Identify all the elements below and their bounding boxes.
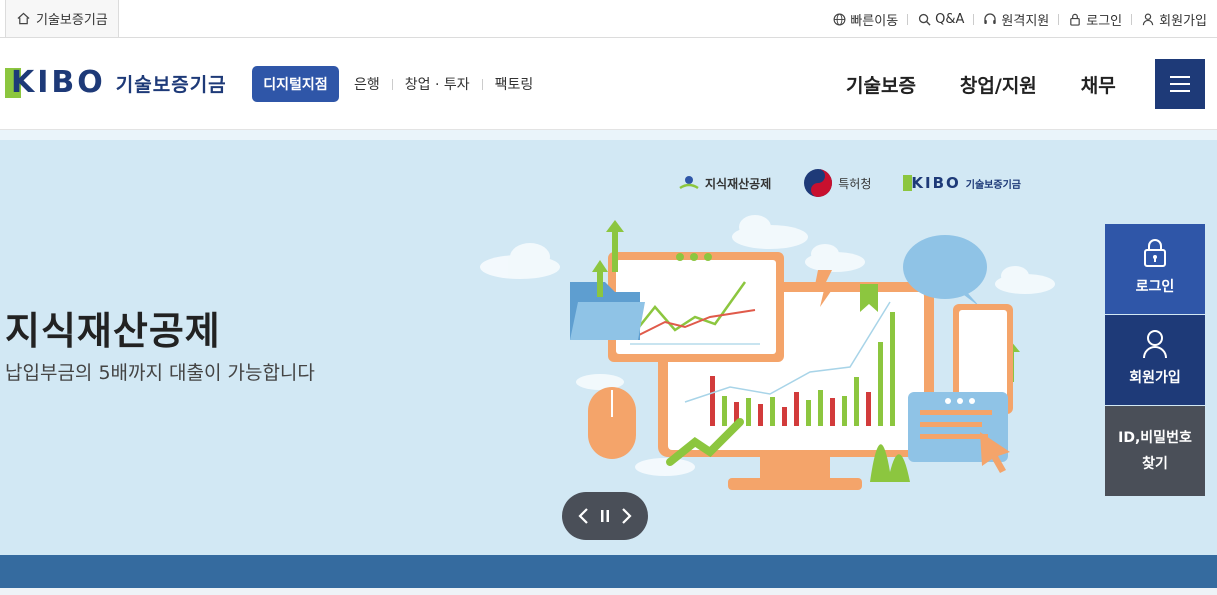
chevron-right-icon [621, 508, 632, 524]
hero-top-strip [0, 130, 1217, 140]
quick-find-account-button[interactable]: ID,비밀번호 찾기 [1105, 406, 1205, 496]
divider [907, 13, 909, 25]
main-header: KIBO 기술보증기금 디지털지점 은행 창업 · 투자 팩토링 기술보증 창업… [0, 38, 1217, 130]
login-label: 로그인 [1086, 13, 1123, 29]
quick-join-button[interactable]: 회원가입 [1105, 315, 1205, 405]
qa-link[interactable]: Q&A [917, 12, 964, 27]
chevron-left-icon [578, 508, 589, 524]
carousel-controls [562, 492, 648, 540]
remote-support-link[interactable]: 원격지원 [983, 10, 1049, 29]
join-label: 회원가입 [1159, 13, 1207, 29]
startup-investment-link[interactable]: 창업 · 투자 [405, 74, 470, 94]
digital-branch-button[interactable]: 디지털지점 [252, 66, 339, 102]
logo-name: 기술보증기금 [115, 73, 227, 96]
bank-link[interactable]: 은행 [354, 74, 380, 94]
hero-illustration [480, 215, 1055, 490]
quick-find-line2: 찾기 [1142, 456, 1168, 472]
hamburger-menu-button[interactable] [1155, 59, 1205, 109]
quick-login-label: 로그인 [1135, 279, 1175, 295]
hero-title: 지식재산공제 [5, 309, 221, 353]
carousel-next-button[interactable] [621, 507, 633, 525]
taegeuk-logo-icon [804, 169, 833, 197]
search-icon [917, 12, 931, 26]
user-icon [1143, 330, 1167, 359]
home-link[interactable]: 기술보증기금 [5, 0, 119, 38]
quick-move-link[interactable]: 빠른이동 [832, 10, 898, 29]
section-band [0, 555, 1217, 588]
lock-icon [1144, 239, 1166, 267]
home-icon [16, 12, 30, 26]
hero-banner: 지식재산공제 특허청 KIBO 기술보증기금 지식재산공제 납입부금의 5배까지… [0, 140, 1217, 555]
login-link[interactable]: 로그인 [1068, 10, 1122, 29]
utility-links: 빠른이동 Q&A 원격지원 로그인 회원가입 [832, 0, 1207, 38]
user-icon [1141, 12, 1155, 26]
carousel-pause-button[interactable] [600, 509, 610, 523]
divider [1131, 13, 1133, 25]
qa-label: Q&A [935, 11, 965, 27]
join-link[interactable]: 회원가입 [1141, 10, 1207, 29]
nav-tech-guarantee[interactable]: 기술보증 [846, 71, 916, 98]
quick-login-button[interactable]: 로그인 [1105, 224, 1205, 314]
partner-kipo: 특허청 [803, 168, 871, 198]
lock-icon [1068, 12, 1082, 26]
home-label: 기술보증기금 [36, 13, 108, 28]
partner-logos: 지식재산공제 특허청 KIBO 기술보증기금 [678, 168, 1021, 198]
hamburger-icon [1170, 76, 1190, 78]
quick-join-label: 회원가입 [1129, 370, 1181, 386]
hero-subtitle: 납입부금의 5배까지 대출이 가능합니다 [5, 362, 315, 384]
nav-debt[interactable]: 채무 [1081, 71, 1116, 98]
divider [1058, 13, 1060, 25]
nav-startup-support[interactable]: 창업/지원 [960, 71, 1037, 98]
sub-links: 은행 창업 · 투자 팩토링 [354, 66, 533, 102]
quick-find-line1: ID,비밀번호 [1118, 430, 1192, 446]
partner-ip-mutual-aid: 지식재산공제 [678, 174, 771, 192]
quick-move-label: 빠른이동 [850, 13, 899, 29]
divider [973, 13, 975, 25]
page-bottom [0, 588, 1217, 595]
pause-icon [600, 510, 609, 522]
global-nav: 기술보증 창업/지원 채무 [846, 66, 1116, 102]
divider [481, 78, 483, 90]
remote-support-label: 원격지원 [1001, 13, 1050, 29]
headset-icon [983, 12, 997, 26]
kibo-logo-mark: KIBO [5, 68, 106, 98]
globe-icon [832, 12, 846, 26]
utility-bar: 기술보증기금 빠른이동 Q&A 원격지원 로그인 회원가입 [0, 0, 1217, 38]
factoring-link[interactable]: 팩토링 [495, 74, 534, 94]
carousel-prev-button[interactable] [577, 507, 589, 525]
site-logo[interactable]: KIBO 기술보증기금 [5, 68, 227, 98]
divider [391, 78, 393, 90]
quick-panel: 로그인 회원가입 ID,비밀번호 찾기 [1105, 224, 1205, 496]
ip-mutual-aid-logo-icon [679, 176, 699, 190]
partner-kibo: KIBO 기술보증기금 [903, 174, 1021, 192]
